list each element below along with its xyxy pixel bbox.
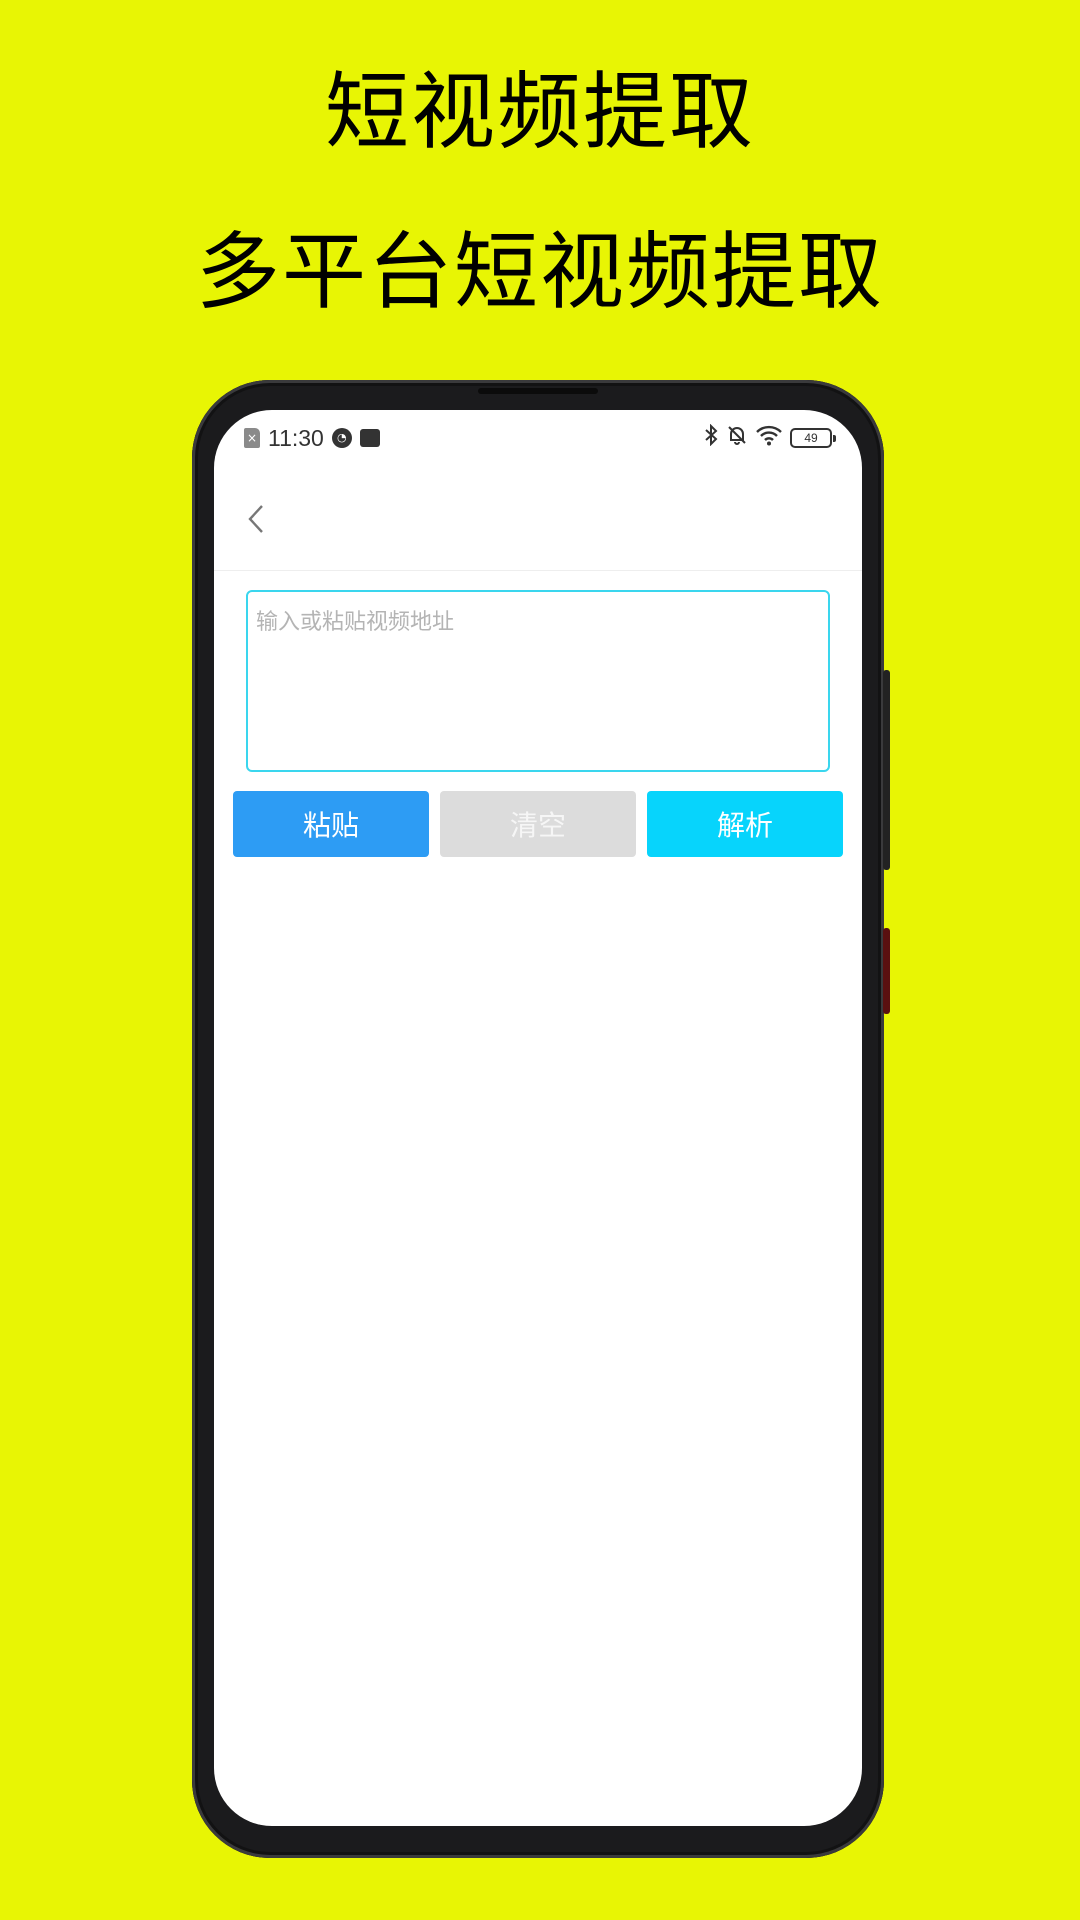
clock-app-icon: ◔ xyxy=(331,428,352,448)
volume-button xyxy=(883,670,890,870)
phone-frame: × 11:30 ◔ 49 输入或粘贴视频地址 粘贴 清空 解析 xyxy=(192,380,890,1858)
status-bar-left: × 11:30 ◔ xyxy=(244,424,380,452)
wifi-icon xyxy=(756,424,782,453)
bluetooth-icon xyxy=(704,423,718,453)
action-button-row: 粘贴 清空 解析 xyxy=(233,791,843,857)
bell-off-icon xyxy=(726,424,748,453)
sim-card-icon: × xyxy=(244,428,260,448)
app-bar xyxy=(214,466,862,571)
promo-title: 短视频提取 xyxy=(324,63,755,161)
phone-screen: × 11:30 ◔ 49 输入或粘贴视频地址 粘贴 清空 解析 xyxy=(214,410,862,1826)
clear-button[interactable]: 清空 xyxy=(440,791,636,857)
earpiece-speaker xyxy=(478,388,598,394)
status-bar-right: 49 xyxy=(704,423,836,453)
message-icon xyxy=(359,429,380,447)
paste-button[interactable]: 粘贴 xyxy=(233,791,429,857)
status-bar: × 11:30 ◔ 49 xyxy=(214,410,862,466)
status-time: 11:30 xyxy=(268,424,324,451)
video-url-input[interactable] xyxy=(246,590,830,772)
power-button xyxy=(883,928,890,1014)
battery-icon: 49 xyxy=(790,428,836,448)
promo-subtitle: 多平台短视频提取 xyxy=(195,223,884,321)
parse-button[interactable]: 解析 xyxy=(647,791,843,857)
chevron-left-icon[interactable] xyxy=(240,502,274,536)
